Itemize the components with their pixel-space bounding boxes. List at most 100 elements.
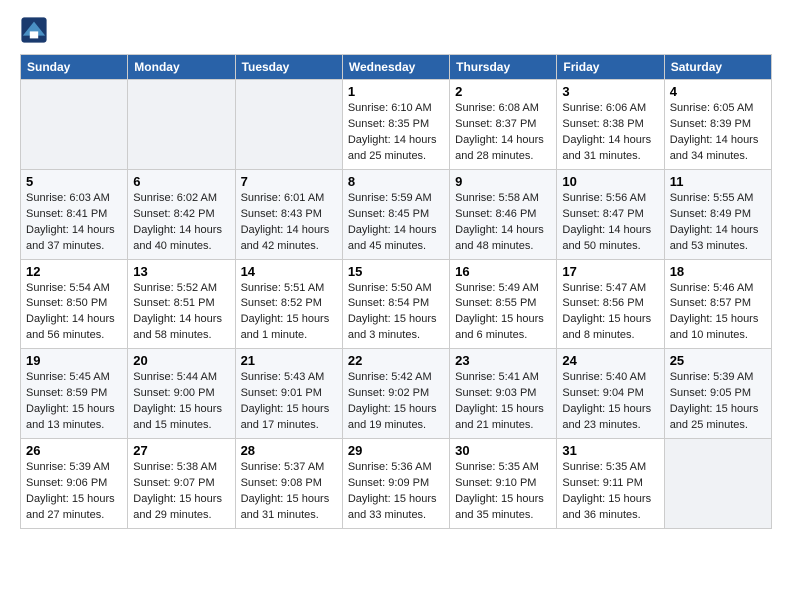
- calendar-cell: 22 Sunrise: 5:42 AM Sunset: 9:02 PM Dayli…: [342, 349, 449, 439]
- calendar-cell: [21, 80, 128, 170]
- day-number: 6: [133, 174, 229, 189]
- calendar-cell: 20 Sunrise: 5:44 AM Sunset: 9:00 PM Dayli…: [128, 349, 235, 439]
- weekday-header: Sunday: [21, 55, 128, 80]
- day-info: Sunrise: 5:56 AM Sunset: 8:47 PM Dayligh…: [562, 191, 658, 255]
- day-info: Sunrise: 5:37 AM Sunset: 9:08 PM Dayligh…: [241, 460, 337, 524]
- day-info: Sunrise: 5:42 AM Sunset: 9:02 PM Dayligh…: [348, 370, 444, 434]
- day-info: Sunrise: 5:44 AM Sunset: 9:00 PM Dayligh…: [133, 370, 229, 434]
- day-number: 12: [26, 264, 122, 279]
- logo-icon: [20, 16, 48, 44]
- day-info: Sunrise: 5:50 AM Sunset: 8:54 PM Dayligh…: [348, 281, 444, 345]
- calendar-cell: [235, 80, 342, 170]
- calendar-cell: 26Sunrise: 5:39 AM Sunset: 9:06 PM Dayli…: [21, 439, 128, 529]
- calendar-cell: 7Sunrise: 6:01 AM Sunset: 8:43 PM Daylig…: [235, 169, 342, 259]
- day-info: Sunrise: 5:40 AM Sunset: 9:04 PM Dayligh…: [562, 370, 658, 434]
- calendar-cell: 24Sunrise: 5:40 AM Sunset: 9:04 PM Dayli…: [557, 349, 664, 439]
- weekday-header: Thursday: [450, 55, 557, 80]
- calendar-cell: 27 Sunrise: 5:38 AM Sunset: 9:07 PM Dayli…: [128, 439, 235, 529]
- day-number: 15: [348, 264, 444, 279]
- calendar-cell: 2 Sunrise: 6:08 AM Sunset: 8:37 PM Daylig…: [450, 80, 557, 170]
- calendar-cell: 6 Sunrise: 6:02 AM Sunset: 8:42 PM Daylig…: [128, 169, 235, 259]
- day-info: Sunrise: 5:35 AM Sunset: 9:10 PM Dayligh…: [455, 460, 551, 524]
- day-number: 11: [670, 174, 766, 189]
- day-info: Sunrise: 5:36 AM Sunset: 9:09 PM Dayligh…: [348, 460, 444, 524]
- day-number: 1: [348, 84, 444, 99]
- day-info: Sunrise: 6:03 AM Sunset: 8:41 PM Dayligh…: [26, 191, 122, 255]
- calendar-body: 1 Sunrise: 6:10 AM Sunset: 8:35 PM Daylig…: [21, 80, 772, 529]
- day-number: 31: [562, 443, 658, 458]
- calendar-cell: 29 Sunrise: 5:36 AM Sunset: 9:09 PM Dayli…: [342, 439, 449, 529]
- day-number: 14: [241, 264, 337, 279]
- weekday-header: Wednesday: [342, 55, 449, 80]
- calendar-cell: 17 Sunrise: 5:47 AM Sunset: 8:56 PM Dayli…: [557, 259, 664, 349]
- calendar-cell: 8 Sunrise: 5:59 AM Sunset: 8:45 PM Daylig…: [342, 169, 449, 259]
- calendar-cell: 15 Sunrise: 5:50 AM Sunset: 8:54 PM Dayli…: [342, 259, 449, 349]
- day-info: Sunrise: 5:46 AM Sunset: 8:57 PM Dayligh…: [670, 281, 766, 345]
- weekday-header: Tuesday: [235, 55, 342, 80]
- day-info: Sunrise: 5:43 AM Sunset: 9:01 PM Dayligh…: [241, 370, 337, 434]
- day-info: Sunrise: 5:38 AM Sunset: 9:07 PM Dayligh…: [133, 460, 229, 524]
- calendar-cell: 21 Sunrise: 5:43 AM Sunset: 9:01 PM Dayli…: [235, 349, 342, 439]
- calendar-cell: 12 Sunrise: 5:54 AM Sunset: 8:50 PM Dayli…: [21, 259, 128, 349]
- calendar-cell: 19 Sunrise: 5:45 AM Sunset: 8:59 PM Dayli…: [21, 349, 128, 439]
- day-number: 17: [562, 264, 658, 279]
- calendar-cell: 1 Sunrise: 6:10 AM Sunset: 8:35 PM Daylig…: [342, 80, 449, 170]
- day-info: Sunrise: 5:59 AM Sunset: 8:45 PM Dayligh…: [348, 191, 444, 255]
- calendar-header: SundayMondayTuesdayWednesdayThursdayFrid…: [21, 55, 772, 80]
- day-info: Sunrise: 6:10 AM Sunset: 8:35 PM Dayligh…: [348, 101, 444, 165]
- calendar-cell: 10 Sunrise: 5:56 AM Sunset: 8:47 PM Dayli…: [557, 169, 664, 259]
- calendar-cell: 9Sunrise: 5:58 AM Sunset: 8:46 PM Daylig…: [450, 169, 557, 259]
- day-info: Sunrise: 5:55 AM Sunset: 8:49 PM Dayligh…: [670, 191, 766, 255]
- calendar-cell: 3 Sunrise: 6:06 AM Sunset: 8:38 PM Daylig…: [557, 80, 664, 170]
- calendar-cell: 31Sunrise: 5:35 AM Sunset: 9:11 PM Dayli…: [557, 439, 664, 529]
- day-number: 27: [133, 443, 229, 458]
- calendar-cell: [664, 439, 771, 529]
- calendar-cell: [128, 80, 235, 170]
- day-info: Sunrise: 5:52 AM Sunset: 8:51 PM Dayligh…: [133, 281, 229, 345]
- day-number: 25: [670, 353, 766, 368]
- day-info: Sunrise: 5:45 AM Sunset: 8:59 PM Dayligh…: [26, 370, 122, 434]
- day-info: Sunrise: 6:02 AM Sunset: 8:42 PM Dayligh…: [133, 191, 229, 255]
- weekday-header: Monday: [128, 55, 235, 80]
- day-info: Sunrise: 5:39 AM Sunset: 9:06 PM Dayligh…: [26, 460, 122, 524]
- calendar-table: SundayMondayTuesdayWednesdayThursdayFrid…: [20, 54, 772, 529]
- day-info: Sunrise: 5:49 AM Sunset: 8:55 PM Dayligh…: [455, 281, 551, 345]
- calendar-cell: 4Sunrise: 6:05 AM Sunset: 8:39 PM Daylig…: [664, 80, 771, 170]
- day-info: Sunrise: 6:01 AM Sunset: 8:43 PM Dayligh…: [241, 191, 337, 255]
- day-number: 23: [455, 353, 551, 368]
- calendar-cell: 14 Sunrise: 5:51 AM Sunset: 8:52 PM Dayli…: [235, 259, 342, 349]
- weekday-header: Friday: [557, 55, 664, 80]
- day-info: Sunrise: 5:47 AM Sunset: 8:56 PM Dayligh…: [562, 281, 658, 345]
- calendar-cell: 28 Sunrise: 5:37 AM Sunset: 9:08 PM Dayli…: [235, 439, 342, 529]
- calendar-cell: 25 Sunrise: 5:39 AM Sunset: 9:05 PM Dayli…: [664, 349, 771, 439]
- day-number: 21: [241, 353, 337, 368]
- day-info: Sunrise: 5:51 AM Sunset: 8:52 PM Dayligh…: [241, 281, 337, 345]
- day-info: Sunrise: 6:05 AM Sunset: 8:39 PM Dayligh…: [670, 101, 766, 165]
- day-number: 19: [26, 353, 122, 368]
- day-number: 20: [133, 353, 229, 368]
- day-number: 22: [348, 353, 444, 368]
- calendar-cell: 16 Sunrise: 5:49 AM Sunset: 8:55 PM Dayli…: [450, 259, 557, 349]
- day-number: 2: [455, 84, 551, 99]
- day-number: 9: [455, 174, 551, 189]
- calendar-cell: 13Sunrise: 5:52 AM Sunset: 8:51 PM Dayli…: [128, 259, 235, 349]
- calendar-cell: 23 Sunrise: 5:41 AM Sunset: 9:03 PM Dayli…: [450, 349, 557, 439]
- day-number: 16: [455, 264, 551, 279]
- day-number: 18: [670, 264, 766, 279]
- calendar-cell: 11 Sunrise: 5:55 AM Sunset: 8:49 PM Dayli…: [664, 169, 771, 259]
- day-number: 28: [241, 443, 337, 458]
- calendar-cell: 30 Sunrise: 5:35 AM Sunset: 9:10 PM Dayli…: [450, 439, 557, 529]
- day-info: Sunrise: 5:41 AM Sunset: 9:03 PM Dayligh…: [455, 370, 551, 434]
- weekday-header: Saturday: [664, 55, 771, 80]
- day-info: Sunrise: 5:54 AM Sunset: 8:50 PM Dayligh…: [26, 281, 122, 345]
- day-number: 8: [348, 174, 444, 189]
- day-number: 29: [348, 443, 444, 458]
- day-info: Sunrise: 6:08 AM Sunset: 8:37 PM Dayligh…: [455, 101, 551, 165]
- calendar-cell: 18 Sunrise: 5:46 AM Sunset: 8:57 PM Dayli…: [664, 259, 771, 349]
- day-number: 10: [562, 174, 658, 189]
- day-info: Sunrise: 5:39 AM Sunset: 9:05 PM Dayligh…: [670, 370, 766, 434]
- day-info: Sunrise: 6:06 AM Sunset: 8:38 PM Dayligh…: [562, 101, 658, 165]
- day-number: 30: [455, 443, 551, 458]
- logo: [20, 16, 52, 44]
- day-number: 3: [562, 84, 658, 99]
